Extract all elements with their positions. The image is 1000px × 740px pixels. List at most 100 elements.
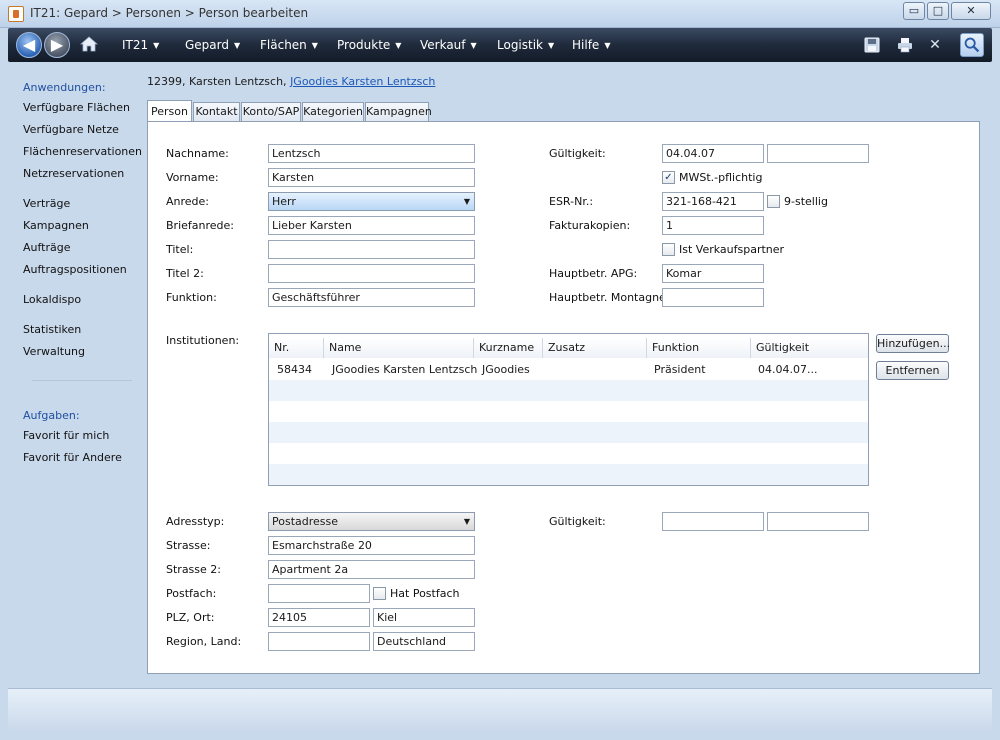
menu-verkauf[interactable]: Verkauf ▼ [420,38,477,52]
vorname-field[interactable]: Karsten [268,168,475,187]
nav-verfuegbare-netze[interactable]: Verfügbare Netze [23,123,119,136]
postfach-field[interactable] [268,584,370,603]
maximize-button[interactable]: □ [927,2,949,20]
adresstyp-select[interactable]: Postadresse ▼ [268,512,475,531]
status-bar [8,688,992,732]
tab-konto-sap[interactable]: Konto/SAP [241,102,301,122]
java-app-icon [8,6,24,22]
institutionen-label: Institutionen: [166,334,240,347]
column-header-kurzname[interactable]: Kurzname [474,338,543,358]
cell-nr: 58434 [277,363,312,376]
column-header-gueltigkeit[interactable]: Gültigkeit [751,338,868,358]
region-field[interactable] [268,632,370,651]
cell-funktion: Präsident [654,363,706,376]
menu-it21[interactable]: IT21 ▼ [122,38,159,52]
nav-flaechenreservationen[interactable]: Flächenreservationen [23,145,142,158]
fakturakopien-label: Fakturakopien: [549,219,631,232]
esr-label: ESR-Nr.: [549,195,594,208]
hauptbetr-apg-label: Hauptbetr. APG: [549,267,638,280]
menu-produkte[interactable]: Produkte ▼ [337,38,401,52]
search-button[interactable] [960,33,984,57]
address-gueltigkeit-from-field[interactable] [662,512,764,531]
table-row-empty [269,422,868,443]
strasse2-field[interactable]: Apartment 2a [268,560,475,579]
tab-kategorien[interactable]: Kategorien [302,102,364,122]
nav-vertraege[interactable]: Verträge [23,197,70,210]
tab-person[interactable]: Person [147,100,192,122]
hat-postfach-checkbox[interactable] [373,587,386,600]
print-icon[interactable] [896,36,914,54]
remove-institution-button[interactable]: Entfernen [876,361,949,380]
table-row-empty [269,380,868,401]
column-header-funktion[interactable]: Funktion [647,338,751,358]
sidebar-divider [32,380,132,381]
gueltigkeit-to-field[interactable] [767,144,869,163]
task-favorit-fuer-andere[interactable]: Favorit für Andere [23,451,122,464]
nav-auftraege[interactable]: Aufträge [23,241,71,254]
hauptbetr-apg-field[interactable]: Komar [662,264,764,283]
close-icon[interactable]: ✕ [926,36,944,54]
menu-logistik[interactable]: Logistik ▼ [497,38,554,52]
land-field[interactable]: Deutschland [373,632,475,651]
nachname-label: Nachname: [166,147,229,160]
neunstellig-checkbox[interactable] [767,195,780,208]
table-row-empty [269,401,868,422]
minimize-button[interactable]: ▭ [903,2,925,20]
titel-field[interactable] [268,240,475,259]
column-header-nr[interactable]: Nr. [269,338,324,358]
nachname-field[interactable]: Lentzsch [268,144,475,163]
menu-gepard[interactable]: Gepard ▼ [185,38,240,52]
tab-kampagnen[interactable]: Kampagnen [365,102,432,122]
nav-kampagnen[interactable]: Kampagnen [23,219,89,232]
table-row[interactable]: 58434 JGoodies Karsten Lentzsch JGoodies… [269,359,868,380]
menu-flaechen[interactable]: Flächen ▼ [260,38,318,52]
esr-field[interactable]: 321-168-421 [662,192,764,211]
back-button[interactable]: ◀ [16,32,42,58]
nav-statistiken[interactable]: Statistiken [23,323,81,336]
address-gueltigkeit-to-field[interactable] [767,512,869,531]
ort-field[interactable]: Kiel [373,608,475,627]
verkaufspartner-checkbox[interactable] [662,243,675,256]
gueltigkeit-label: Gültigkeit: [549,147,606,160]
forward-button[interactable]: ▶ [44,32,70,58]
close-window-button[interactable]: ✕ [951,2,991,20]
hauptbetr-montagne-label: Hauptbetr. Montagne: [549,291,670,304]
cell-gueltigkeit: 04.04.07... [758,363,818,376]
tab-kontakt[interactable]: Kontakt [193,102,240,122]
sidebar-nav: Anwendungen: Verfügbare Flächen Verfügba… [8,62,142,686]
funktion-field[interactable]: Geschäftsführer [268,288,475,307]
record-header: 12399, Karsten Lentzsch, JGoodies Karste… [147,75,435,88]
column-header-name[interactable]: Name [324,338,474,358]
mwst-checkbox[interactable]: ✓ [662,171,675,184]
nav-lokaldispo[interactable]: Lokaldispo [23,293,81,306]
gueltigkeit-from-field[interactable]: 04.04.07 [662,144,764,163]
record-id-name: 12399, Karsten Lentzsch, [147,75,287,88]
add-institution-button[interactable]: Hinzufügen... [876,334,950,353]
adresstyp-value: Postadresse [272,515,339,528]
anrede-label: Anrede: [166,195,210,208]
strasse-field[interactable]: Esmarchstraße 20 [268,536,475,555]
task-favorit-fuer-mich[interactable]: Favorit für mich [23,429,109,442]
titel2-field[interactable] [268,264,475,283]
hauptbetr-montagne-field[interactable] [662,288,764,307]
nav-verwaltung[interactable]: Verwaltung [23,345,85,358]
menu-hilfe[interactable]: Hilfe ▼ [572,38,610,52]
home-icon[interactable] [80,35,98,53]
chevron-down-icon: ▼ [463,197,470,206]
plz-field[interactable]: 24105 [268,608,370,627]
institution-link[interactable]: JGoodies Karsten Lentzsch [290,75,435,88]
fakturakopien-field[interactable]: 1 [662,216,764,235]
adresstyp-label: Adresstyp: [166,515,225,528]
nav-auftragspositionen[interactable]: Auftragspositionen [23,263,127,276]
tasks-heading: Aufgaben: [23,409,80,422]
anrede-select[interactable]: Herr ▼ [268,192,475,211]
column-header-zusatz[interactable]: Zusatz [543,338,647,358]
window-title: IT21: Gepard > Personen > Person bearbei… [30,6,309,20]
nav-verfuegbare-flaechen[interactable]: Verfügbare Flächen [23,101,130,114]
nav-netzreservationen[interactable]: Netzreservationen [23,167,124,180]
mwst-label: MWSt.-pflichtig [679,171,763,184]
briefanrede-field[interactable]: Lieber Karsten [268,216,475,235]
institutionen-table[interactable]: Nr. Name Kurzname Zusatz Funktion Gültig… [268,333,869,486]
save-icon[interactable] [863,36,881,54]
region-land-label: Region, Land: [166,635,242,648]
